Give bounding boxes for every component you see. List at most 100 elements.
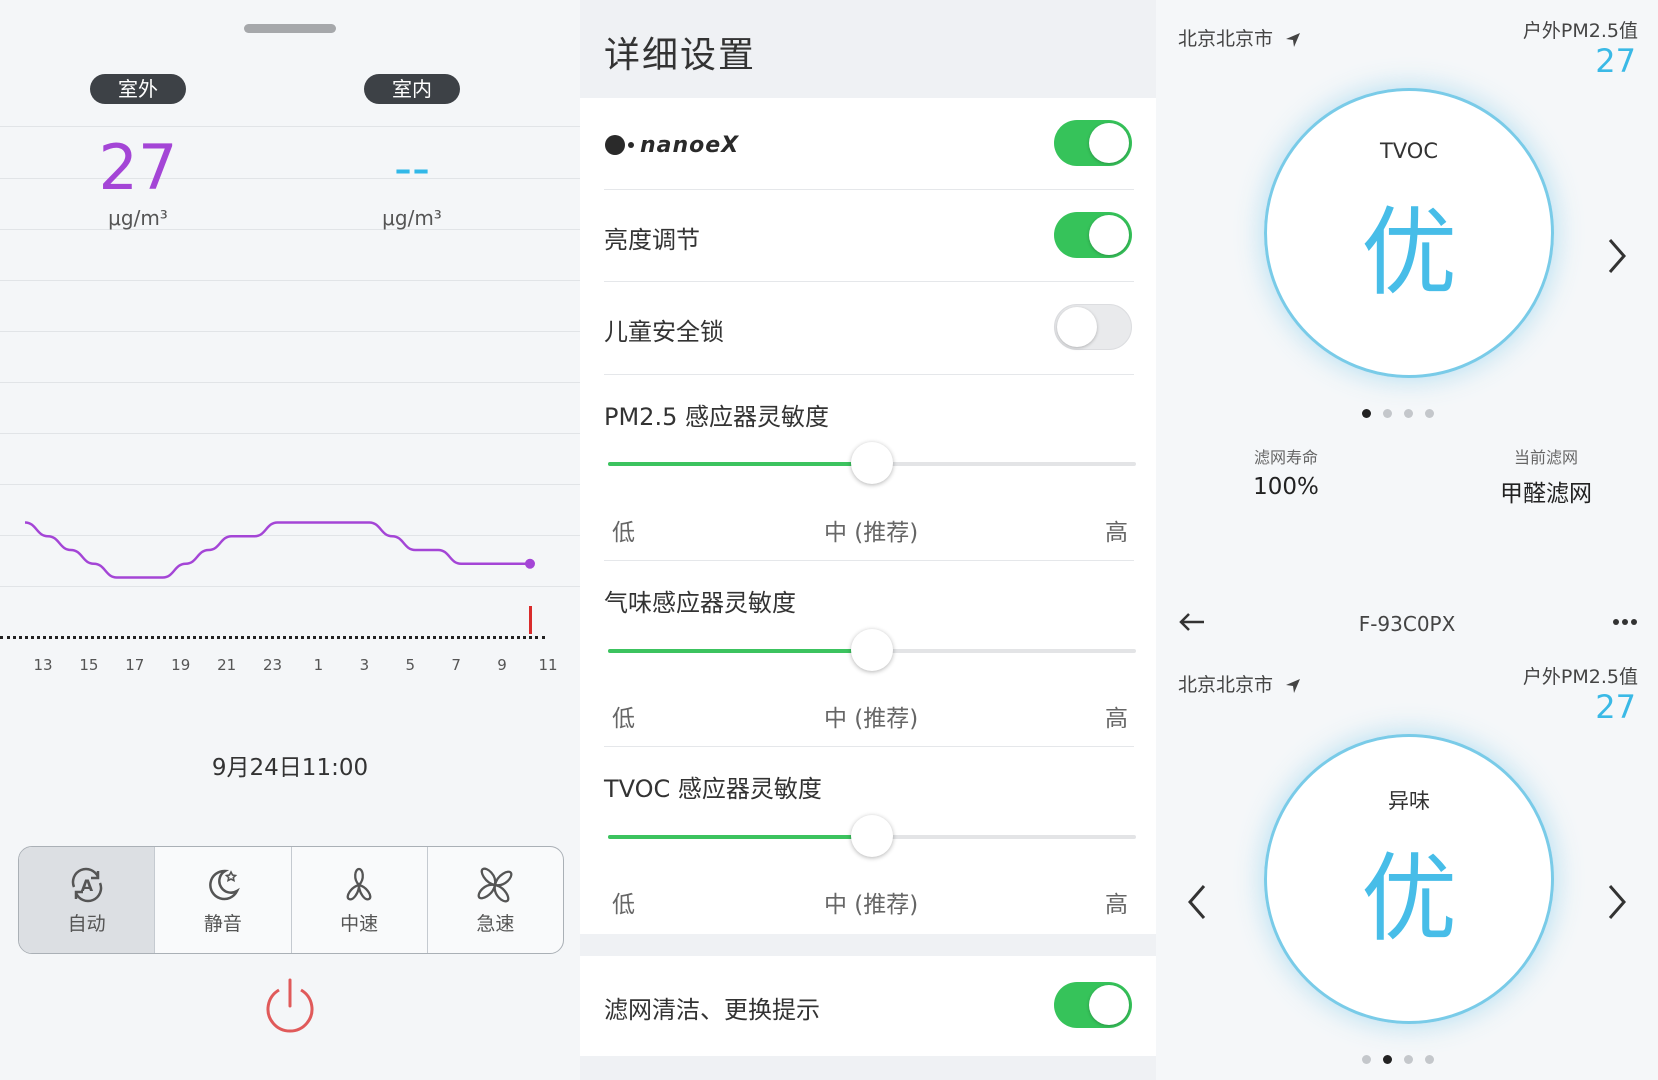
setting-row-tvoc-sensitivity: TVOC 感应器灵敏度 低 中 (推荐) 高 — [604, 747, 1136, 934]
odor-sensitivity-slider[interactable] — [608, 629, 1136, 671]
page-indicator — [1362, 1055, 1434, 1064]
page-dot[interactable] — [1404, 1055, 1413, 1064]
level-high: 高 — [1105, 520, 1128, 546]
fan-four-blade-icon — [477, 867, 513, 902]
grid-line — [0, 433, 580, 434]
device-status-panel: 北京北京市 户外PM2.5值 27 TVOC 优 滤网寿命 100% 当前滤网 … — [1156, 0, 1658, 1080]
x-tick-label: 15 — [79, 656, 99, 674]
brightness-label: 亮度调节 — [604, 226, 700, 254]
tvoc-sensitivity-slider[interactable] — [608, 815, 1136, 857]
slider-fill — [608, 835, 872, 839]
mode-turbo-button[interactable]: 急速 — [428, 847, 563, 953]
mode-silent-button[interactable]: 静音 — [155, 847, 292, 953]
slider-knob[interactable] — [851, 815, 893, 857]
filter-life-value: 100% — [1253, 474, 1319, 500]
settings-header: 详细设置 — [580, 0, 1156, 98]
tvoc-status-ring[interactable]: TVOC 优 — [1264, 88, 1554, 378]
x-tick-label: 11 — [538, 656, 558, 674]
page-dot[interactable] — [1404, 409, 1413, 418]
chevron-right-icon[interactable] — [1606, 882, 1628, 922]
x-tick-label: 19 — [171, 656, 191, 674]
level-mid: 中 (推荐) — [824, 892, 919, 918]
more-options-icon[interactable] — [1612, 618, 1638, 626]
nanoe-logo-text: nanoeX — [640, 133, 739, 158]
current-point — [525, 558, 535, 569]
page-title: 详细设置 — [604, 35, 757, 76]
tab-indoor[interactable]: 室内 — [364, 74, 460, 104]
ring-value: 优 — [1361, 197, 1457, 309]
city-name: 北京北京市 — [1178, 674, 1274, 696]
filter-reminder-toggle[interactable] — [1054, 982, 1132, 1028]
page-dot[interactable] — [1383, 1055, 1392, 1064]
pm25-sensitivity-slider[interactable] — [608, 442, 1136, 484]
slider-knob[interactable] — [851, 442, 893, 484]
x-tick-label: 7 — [451, 656, 461, 674]
tab-outdoor[interactable]: 室外 — [90, 74, 186, 104]
outdoor-pm25-label: 户外PM2.5值 — [1522, 20, 1638, 42]
x-tick-label: 9 — [497, 656, 507, 674]
outdoor-pm25-value: 27 — [98, 131, 178, 204]
page-dot[interactable] — [1362, 409, 1371, 418]
setting-row-pm25-sensitivity: PM2.5 感应器灵敏度 低 中 (推荐) 高 — [604, 375, 1136, 561]
location-label: 北京北京市 — [1178, 24, 1301, 51]
level-mid: 中 (推荐) — [824, 520, 919, 546]
setting-row-nanoe: nanoeX — [604, 98, 1134, 190]
setting-row-child-lock: 儿童安全锁 — [604, 282, 1134, 375]
child-lock-label: 儿童安全锁 — [604, 318, 724, 346]
odor-status-ring[interactable]: 异味 优 — [1264, 734, 1554, 1024]
power-button[interactable] — [262, 976, 318, 1036]
mode-label: 自动 — [67, 912, 106, 935]
slider-fill — [608, 649, 872, 653]
x-tick-label: 3 — [359, 656, 370, 674]
brightness-toggle[interactable] — [1054, 212, 1132, 258]
x-tick-label: 17 — [125, 656, 145, 674]
section-divider — [580, 1056, 1156, 1080]
nanoe-toggle[interactable] — [1054, 120, 1132, 166]
page-dot[interactable] — [1425, 409, 1434, 418]
ring-label: 异味 — [1388, 789, 1430, 813]
level-high: 高 — [1105, 706, 1128, 732]
svg-text:A: A — [80, 876, 93, 895]
toggle-knob — [1089, 985, 1129, 1025]
mode-auto-button[interactable]: A 自动 — [19, 847, 156, 953]
current-filter-value: 甲醛滤网 — [1500, 481, 1592, 507]
ring-label: TVOC — [1379, 139, 1439, 163]
outdoor-pm25-value: 27 — [1595, 42, 1636, 80]
auto-a-icon: A — [71, 867, 102, 902]
page-dot[interactable] — [1362, 1055, 1371, 1064]
grid-line — [0, 280, 580, 281]
slider-knob[interactable] — [851, 629, 893, 671]
mode-medium-button[interactable]: 中速 — [292, 847, 428, 953]
current-filter-label: 当前滤网 — [1513, 448, 1578, 467]
setting-row-brightness: 亮度调节 — [604, 190, 1134, 282]
current-time-marker — [529, 606, 532, 634]
child-lock-toggle[interactable] — [1054, 304, 1132, 350]
level-low: 低 — [612, 520, 635, 546]
filter-life-label: 滤网寿命 — [1253, 448, 1318, 467]
mode-label: 中速 — [340, 912, 379, 935]
city-name: 北京北京市 — [1178, 28, 1274, 50]
setting-row-filter-reminder: 滤网清洁、更换提示 — [604, 956, 1134, 1056]
grid-line — [0, 382, 580, 383]
moon-star-icon — [209, 869, 240, 900]
nanoe-x-logo: nanoeX — [605, 133, 739, 158]
x-tick-label: 1 — [313, 656, 324, 674]
x-tick-label: 23 — [262, 656, 283, 674]
chevron-left-icon[interactable] — [1186, 882, 1208, 922]
ring-value: 优 — [1361, 843, 1457, 955]
location-arrow-icon — [1286, 32, 1301, 47]
odor-sensitivity-label: 气味感应器灵敏度 — [604, 589, 796, 617]
page-dot[interactable] — [1425, 1055, 1434, 1064]
series-line — [24, 521, 530, 579]
mode-selector: A 自动 静音 中速 急速 — [18, 846, 564, 954]
toggle-knob — [1089, 123, 1129, 163]
tvoc-sensitivity-label: TVOC 感应器灵敏度 — [604, 775, 822, 803]
toggle-knob — [1089, 215, 1129, 255]
detail-settings-panel: 详细设置 nanoeX 亮度调节 儿童安全锁 PM2.5 感应器灵敏度 低 中 … — [580, 0, 1156, 1080]
location-arrow-icon — [1286, 678, 1301, 693]
page-dot[interactable] — [1383, 409, 1392, 418]
drag-handle[interactable] — [244, 24, 336, 33]
chevron-right-icon[interactable] — [1606, 236, 1628, 276]
outdoor-pm25-label: 户外PM2.5值 — [1522, 666, 1638, 688]
location-label: 北京北京市 — [1178, 670, 1301, 697]
